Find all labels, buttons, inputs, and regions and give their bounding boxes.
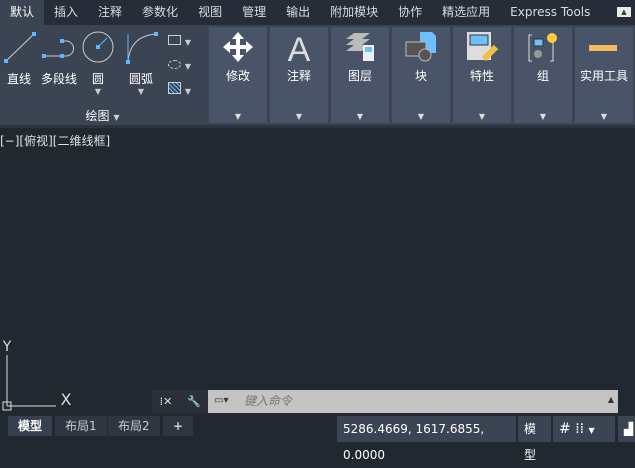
rectangle-icon	[168, 35, 181, 45]
panel-utilities-label: 实用工具	[579, 69, 628, 83]
arc-label: 圆弧	[128, 72, 153, 86]
tab-parametric[interactable]: 参数化	[132, 0, 188, 25]
command-customize-icon[interactable]: 🔧	[180, 390, 208, 413]
tab-collaborate[interactable]: 协作	[388, 0, 432, 25]
polyline-label: 多段线	[40, 72, 77, 86]
arc-tool[interactable]: 圆弧 ▼	[124, 30, 158, 96]
arc-icon	[126, 32, 158, 64]
tab-manage[interactable]: 管理	[232, 0, 276, 25]
hatch-dropdown-icon[interactable]: ▼	[185, 87, 191, 96]
snap-icon[interactable]: ⁞⁞	[575, 421, 584, 437]
panel-groups-dropdown-icon[interactable]: ▼	[514, 112, 572, 121]
measure-icon	[589, 45, 617, 51]
line-icon	[4, 32, 36, 63]
viewport-controls[interactable]: [−][俯视][二维线框]	[0, 132, 110, 149]
move-icon	[223, 32, 253, 62]
rectangle-tool[interactable]: ▼	[168, 34, 200, 48]
panel-annotation[interactable]: A 注释 ▼	[270, 27, 328, 123]
tab-express-tools[interactable]: Express Tools	[500, 0, 600, 25]
draw-panel-dropdown-icon: ▼	[113, 113, 120, 122]
circle-icon	[82, 31, 114, 63]
ellipse-icon	[168, 60, 181, 69]
command-history-icon[interactable]: ▭▾	[214, 395, 228, 406]
polyline-icon	[42, 39, 74, 58]
panel-properties[interactable]: 特性 ▼	[453, 27, 511, 123]
panel-block[interactable]: 块 ▼	[392, 27, 450, 123]
ucs-x-label: X	[61, 390, 72, 409]
draw-panel-title[interactable]: 绘图 ▼	[80, 107, 125, 124]
draw-panel-label: 绘图	[85, 109, 110, 123]
grid-snap-controls[interactable]: # ⁞⁞ ▼	[553, 416, 615, 442]
status-bar: 模型 布局1 布局2 + 5286.4669, 1617.6855, 0.000…	[0, 414, 635, 462]
panel-modify-dropdown-icon[interactable]: ▼	[209, 112, 267, 121]
panel-annotation-label: 注释	[286, 69, 311, 83]
layout-tab-model[interactable]: 模型	[8, 416, 53, 436]
circle-tool[interactable]: 圆 ▼	[82, 30, 114, 96]
snap-dropdown-icon[interactable]: ▼	[589, 426, 595, 435]
ribbon-divider	[0, 125, 635, 128]
rectangle-dropdown-icon[interactable]: ▼	[185, 38, 191, 47]
arc-dropdown-icon[interactable]: ▼	[124, 87, 158, 96]
panel-layers-dropdown-icon[interactable]: ▼	[331, 112, 389, 121]
panel-groups[interactable]: 组 ▼	[514, 27, 572, 123]
grid-icon[interactable]: #	[559, 421, 571, 437]
tab-insert[interactable]: 插入	[44, 0, 88, 25]
hatch-tool[interactable]: ▼	[168, 82, 200, 97]
panel-properties-dropdown-icon[interactable]: ▼	[453, 112, 511, 121]
ucs-icon: Y X	[2, 339, 72, 411]
line-label: 直线	[6, 72, 31, 86]
layout-tab-layout2[interactable]: 布局2	[108, 416, 160, 436]
properties-icon	[467, 32, 498, 62]
command-expand-icon[interactable]: ▲	[608, 395, 614, 404]
ucs-y-label: Y	[2, 339, 12, 355]
panel-utilities[interactable]: 实用工具 ▼	[575, 27, 633, 123]
model-space-button[interactable]: 模型	[518, 416, 551, 462]
ribbon-tabs: 默认 插入 注释 参数化 视图 管理 输出 附加模块 协作 精选应用 Expre…	[0, 0, 635, 25]
layers-icon	[346, 33, 374, 61]
panel-modify-label: 修改	[225, 69, 250, 83]
hatch-icon	[168, 82, 181, 94]
tab-featured-apps[interactable]: 精选应用	[432, 0, 500, 25]
ellipse-dropdown-icon[interactable]: ▼	[185, 62, 191, 71]
panel-annotation-dropdown-icon[interactable]: ▼	[270, 112, 328, 121]
tab-view[interactable]: 视图	[188, 0, 232, 25]
command-close-button[interactable]: ⁞✕	[152, 390, 180, 413]
tab-annotate[interactable]: 注释	[88, 0, 132, 25]
panel-block-dropdown-icon[interactable]: ▼	[392, 112, 450, 121]
panel-groups-label: 组	[536, 69, 549, 83]
ribbon-collapse-button[interactable]: ▲	[617, 7, 631, 17]
command-input[interactable]: 键入命令	[208, 390, 618, 413]
coordinates-readout[interactable]: 5286.4669, 1617.6855, 0.0000	[337, 416, 516, 462]
panel-block-label: 块	[414, 69, 427, 83]
command-line: ⁞✕ 🔧 键入命令 ▭▾ ▲	[152, 390, 618, 413]
panel-utilities-dropdown-icon[interactable]: ▼	[575, 112, 633, 121]
ellipse-tool[interactable]: ▼	[168, 58, 200, 72]
panel-layers[interactable]: 图层 ▼	[331, 27, 389, 123]
line-tool[interactable]: 直线	[2, 30, 36, 87]
panel-properties-label: 特性	[469, 69, 494, 83]
status-more-icon[interactable]: ▟	[618, 416, 635, 442]
tab-addins[interactable]: 附加模块	[320, 0, 388, 25]
block-icon	[405, 32, 436, 62]
panel-layers-label: 图层	[347, 69, 372, 83]
svg-text:A: A	[288, 31, 311, 65]
circle-label: 圆	[91, 72, 104, 86]
circle-dropdown-icon[interactable]: ▼	[82, 87, 114, 96]
layout-tab-layout1[interactable]: 布局1	[55, 416, 107, 436]
add-layout-button[interactable]: +	[163, 416, 194, 436]
tab-default[interactable]: 默认	[0, 0, 45, 25]
tab-output[interactable]: 输出	[276, 0, 320, 25]
text-icon: A	[288, 31, 311, 65]
panel-modify[interactable]: 修改 ▼	[209, 27, 267, 123]
polyline-tool[interactable]: 多段线	[40, 30, 78, 87]
group-icon	[528, 33, 557, 62]
